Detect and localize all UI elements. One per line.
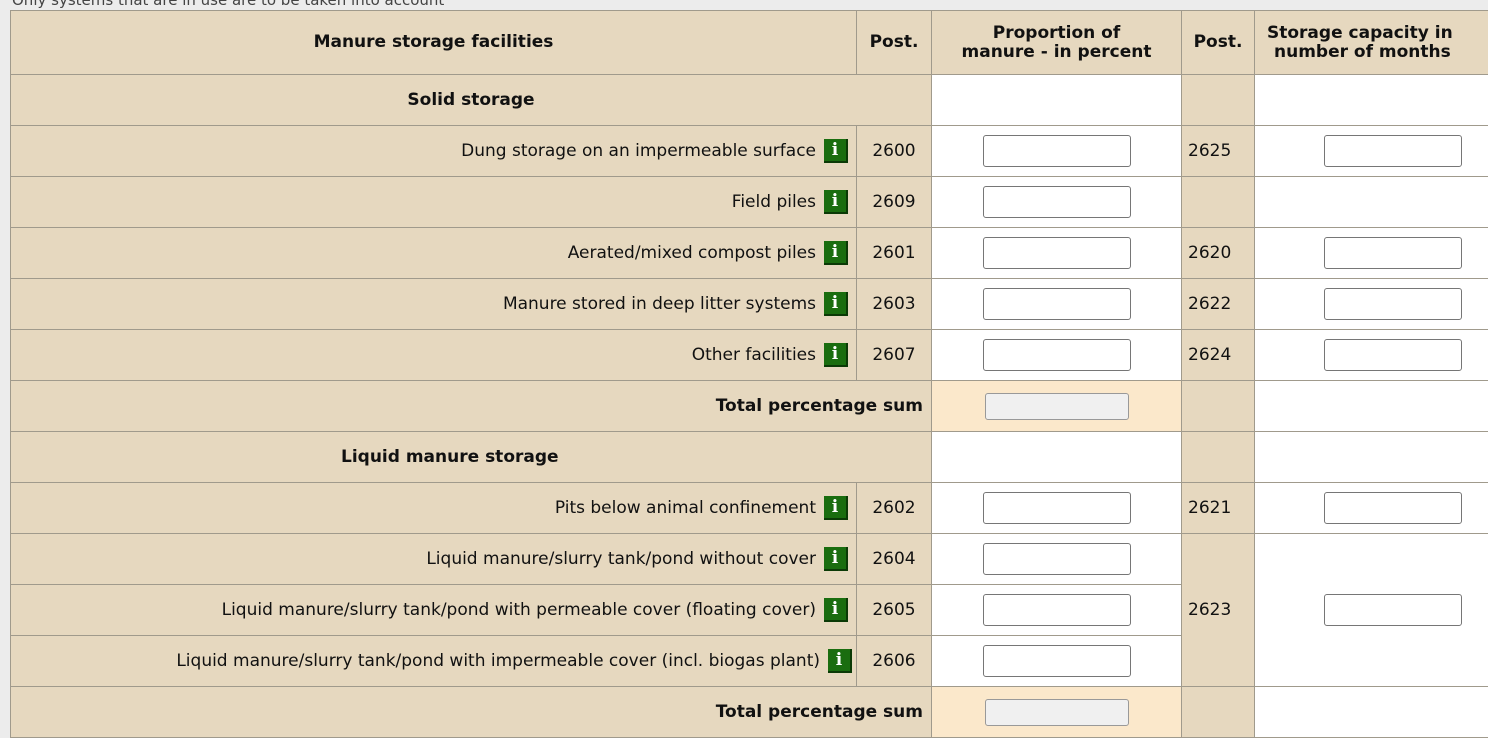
table-row: Other facilities i 2607 2624	[11, 330, 1488, 381]
info-icon[interactable]: i	[824, 190, 848, 214]
total-percentage-field	[985, 699, 1129, 726]
header-post2: Post.	[1182, 11, 1255, 75]
section-row-liquid: Liquid manure storage	[11, 432, 1488, 483]
post-number: 2601	[857, 228, 932, 279]
post-number: 2625	[1182, 126, 1255, 177]
proportion-input[interactable]	[983, 645, 1131, 677]
table-row: Pits below animal confinement i 2602 2621	[11, 483, 1488, 534]
info-icon[interactable]: i	[824, 547, 848, 571]
proportion-input[interactable]	[983, 339, 1131, 371]
proportion-input[interactable]	[983, 288, 1131, 320]
info-icon[interactable]: i	[824, 241, 848, 265]
header-proportion: Proportion of manure - in percent	[932, 11, 1182, 75]
post-number: 2606	[857, 636, 932, 687]
capacity-input-shared[interactable]	[1324, 594, 1462, 626]
proportion-input[interactable]	[983, 543, 1131, 575]
total-label: Total percentage sum	[11, 381, 932, 432]
total-label: Total percentage sum	[11, 687, 932, 738]
header-capacity-line2: number of months	[1267, 42, 1451, 62]
table-row: Manure stored in deep litter systems i 26…	[11, 279, 1488, 330]
post-number: 2602	[857, 483, 932, 534]
header-facilities: Manure storage facilities	[11, 11, 857, 75]
total-percentage-field	[985, 393, 1129, 420]
row-label: Pits below animal confinement	[555, 498, 816, 518]
post-number: 2622	[1182, 279, 1255, 330]
info-icon[interactable]: i	[828, 649, 852, 673]
row-label: Aerated/mixed compost piles	[568, 243, 816, 263]
total-row-liquid: Total percentage sum	[11, 687, 1488, 738]
table-row: Aerated/mixed compost piles i 2601 2620	[11, 228, 1488, 279]
capacity-input[interactable]	[1324, 237, 1462, 269]
section-row-solid: Solid storage	[11, 75, 1488, 126]
header-capacity: Storage capacity in number of months	[1255, 11, 1488, 75]
table-row: Liquid manure/slurry tank/pond without c…	[11, 534, 1488, 585]
row-label: Field piles	[732, 192, 816, 212]
capacity-input[interactable]	[1324, 339, 1462, 371]
row-label: Liquid manure/slurry tank/pond with impe…	[176, 651, 820, 671]
post-number: 2600	[857, 126, 932, 177]
post-number: 2624	[1182, 330, 1255, 381]
capacity-input[interactable]	[1324, 492, 1462, 524]
info-icon[interactable]: i	[824, 139, 848, 163]
proportion-input[interactable]	[983, 135, 1131, 167]
top-note: Only systems that are in use are to be t…	[12, 0, 444, 9]
table-row: Dung storage on an impermeable surfacei …	[11, 126, 1488, 177]
total-row-solid: Total percentage sum	[11, 381, 1488, 432]
post-number: 2603	[857, 279, 932, 330]
post-number: 2604	[857, 534, 932, 585]
header-proportion-line1: Proportion of	[993, 23, 1120, 43]
post-number-shared: 2623	[1182, 534, 1255, 687]
post-number: 2607	[857, 330, 932, 381]
proportion-input[interactable]	[983, 492, 1131, 524]
proportion-input[interactable]	[983, 237, 1131, 269]
post-number: 2620	[1182, 228, 1255, 279]
info-icon[interactable]: i	[824, 598, 848, 622]
proportion-input[interactable]	[983, 186, 1131, 218]
capacity-input[interactable]	[1324, 135, 1462, 167]
post-number: 2605	[857, 585, 932, 636]
row-label: Liquid manure/slurry tank/pond with perm…	[222, 600, 816, 620]
section-title-solid: Solid storage	[11, 75, 932, 126]
manure-storage-table: Manure storage facilities Post. Proporti…	[10, 10, 1488, 738]
post-number: 2621	[1182, 483, 1255, 534]
header-post: Post.	[857, 11, 932, 75]
capacity-input[interactable]	[1324, 288, 1462, 320]
header-proportion-line2: manure - in percent	[962, 42, 1152, 62]
info-icon[interactable]: i	[824, 343, 848, 367]
row-label: Manure stored in deep litter systems	[503, 294, 816, 314]
header-capacity-line1: Storage capacity in	[1267, 23, 1453, 43]
row-label: Liquid manure/slurry tank/pond without c…	[426, 549, 816, 569]
proportion-input[interactable]	[983, 594, 1131, 626]
info-icon[interactable]: i	[824, 292, 848, 316]
table-header-row: Manure storage facilities Post. Proporti…	[11, 11, 1488, 75]
post-number: 2609	[857, 177, 932, 228]
table-row: Field piles i 2609	[11, 177, 1488, 228]
section-title-liquid: Liquid manure storage	[341, 447, 559, 467]
info-icon[interactable]: i	[824, 496, 848, 520]
row-label: Dung storage on an impermeable surface	[461, 141, 816, 161]
row-label: Other facilities	[692, 345, 816, 365]
